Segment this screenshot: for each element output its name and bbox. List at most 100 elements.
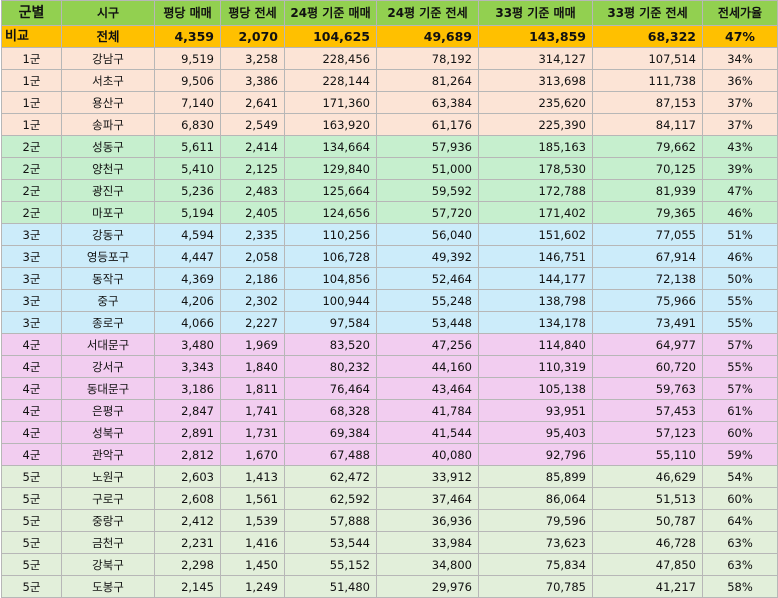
table-cell[interactable]: 1,840	[220, 355, 285, 378]
table-cell[interactable]: 마포구	[61, 201, 155, 224]
table-cell[interactable]: 60%	[702, 421, 778, 444]
table-cell[interactable]: 1,416	[220, 531, 285, 554]
table-cell[interactable]: 77,055	[592, 223, 703, 246]
header-cell[interactable]: 평당 전세	[220, 0, 285, 26]
table-cell[interactable]: 4군	[1, 421, 62, 444]
table-cell[interactable]: 5군	[1, 575, 62, 598]
table-cell[interactable]: 61%	[702, 399, 778, 422]
table-cell[interactable]: 2,891	[154, 421, 221, 444]
table-cell[interactable]: 151,602	[478, 223, 593, 246]
table-cell[interactable]: 5,236	[154, 179, 221, 202]
table-cell[interactable]: 87,153	[592, 91, 703, 114]
table-cell[interactable]: 75,966	[592, 289, 703, 312]
table-cell[interactable]: 79,662	[592, 135, 703, 158]
table-cell[interactable]: 43%	[702, 135, 778, 158]
table-cell[interactable]: 41,544	[376, 421, 479, 444]
table-cell[interactable]: 4군	[1, 377, 62, 400]
table-cell[interactable]: 314,127	[478, 47, 593, 70]
table-cell[interactable]: 34%	[702, 47, 778, 70]
table-cell[interactable]: 67,914	[592, 245, 703, 268]
table-cell[interactable]: 34,800	[376, 553, 479, 576]
table-cell[interactable]: 79,365	[592, 201, 703, 224]
table-cell[interactable]: 1,450	[220, 553, 285, 576]
table-cell[interactable]: 43,464	[376, 377, 479, 400]
table-cell[interactable]: 95,403	[478, 421, 593, 444]
table-cell[interactable]: 76,464	[284, 377, 377, 400]
table-cell[interactable]: 107,514	[592, 47, 703, 70]
header-cell[interactable]: 군별	[1, 0, 62, 26]
header-cell[interactable]: 24평 기준 매매	[284, 0, 377, 26]
table-cell[interactable]: 57,720	[376, 201, 479, 224]
table-cell[interactable]: 1군	[1, 69, 62, 92]
table-cell[interactable]: 37,464	[376, 487, 479, 510]
table-cell[interactable]: 163,920	[284, 113, 377, 136]
table-cell[interactable]: 125,664	[284, 179, 377, 202]
table-cell[interactable]: 53,544	[284, 531, 377, 554]
table-cell[interactable]: 41,217	[592, 575, 703, 598]
table-cell[interactable]: 55,110	[592, 443, 703, 466]
header-cell[interactable]: 평당 매매	[154, 0, 221, 26]
table-cell[interactable]: 도봉구	[61, 575, 155, 598]
table-cell[interactable]: 종로구	[61, 311, 155, 334]
table-cell[interactable]: 3,258	[220, 47, 285, 70]
header-cell[interactable]: 33평 기준 매매	[478, 0, 593, 26]
table-cell[interactable]: 172,788	[478, 179, 593, 202]
table-cell[interactable]: 3군	[1, 289, 62, 312]
table-cell[interactable]: 동대문구	[61, 377, 155, 400]
table-cell[interactable]: 4,369	[154, 267, 221, 290]
table-cell[interactable]: 53,448	[376, 311, 479, 334]
table-cell[interactable]: 노원구	[61, 465, 155, 488]
header-cell[interactable]: 전세가율	[702, 0, 778, 26]
table-cell[interactable]: 2,302	[220, 289, 285, 312]
table-cell[interactable]: 2,298	[154, 553, 221, 576]
table-cell[interactable]: 40,080	[376, 443, 479, 466]
table-cell[interactable]: 2,227	[220, 311, 285, 334]
table-cell[interactable]: 2,231	[154, 531, 221, 554]
table-cell[interactable]: 7,140	[154, 91, 221, 114]
table-cell[interactable]: 44,160	[376, 355, 479, 378]
table-cell[interactable]: 56,040	[376, 223, 479, 246]
table-cell[interactable]: 46%	[702, 245, 778, 268]
table-cell[interactable]: 서대문구	[61, 333, 155, 356]
table-cell[interactable]: 64,977	[592, 333, 703, 356]
table-cell[interactable]: 69,384	[284, 421, 377, 444]
table-cell[interactable]: 60,720	[592, 355, 703, 378]
table-cell[interactable]: 강서구	[61, 355, 155, 378]
table-cell[interactable]: 171,360	[284, 91, 377, 114]
table-cell[interactable]: 1,731	[220, 421, 285, 444]
table-cell[interactable]: 2군	[1, 157, 62, 180]
table-cell[interactable]: 1,249	[220, 575, 285, 598]
table-cell[interactable]: 4,206	[154, 289, 221, 312]
table-cell[interactable]: 3군	[1, 245, 62, 268]
table-cell[interactable]: 124,656	[284, 201, 377, 224]
total-cell[interactable]: 비교	[1, 25, 62, 48]
table-cell[interactable]: 3,186	[154, 377, 221, 400]
table-cell[interactable]: 64%	[702, 509, 778, 532]
table-cell[interactable]: 86,064	[478, 487, 593, 510]
table-cell[interactable]: 중구	[61, 289, 155, 312]
table-cell[interactable]: 1,969	[220, 333, 285, 356]
table-cell[interactable]: 3군	[1, 223, 62, 246]
table-cell[interactable]: 92,796	[478, 443, 593, 466]
table-cell[interactable]: 9,519	[154, 47, 221, 70]
total-cell[interactable]: 68,322	[592, 25, 703, 48]
table-cell[interactable]: 63%	[702, 531, 778, 554]
table-cell[interactable]: 57,453	[592, 399, 703, 422]
table-cell[interactable]: 70,125	[592, 157, 703, 180]
table-cell[interactable]: 63%	[702, 553, 778, 576]
table-cell[interactable]: 228,456	[284, 47, 377, 70]
table-cell[interactable]: 104,856	[284, 267, 377, 290]
table-cell[interactable]: 2,812	[154, 443, 221, 466]
table-cell[interactable]: 57,888	[284, 509, 377, 532]
table-cell[interactable]: 양천구	[61, 157, 155, 180]
table-cell[interactable]: 2,608	[154, 487, 221, 510]
table-cell[interactable]: 55,152	[284, 553, 377, 576]
table-cell[interactable]: 57%	[702, 377, 778, 400]
table-cell[interactable]: 1군	[1, 113, 62, 136]
table-cell[interactable]: 73,623	[478, 531, 593, 554]
total-cell[interactable]: 143,859	[478, 25, 593, 48]
table-cell[interactable]: 5,410	[154, 157, 221, 180]
table-cell[interactable]: 47%	[702, 179, 778, 202]
table-cell[interactable]: 4,594	[154, 223, 221, 246]
table-cell[interactable]: 85,899	[478, 465, 593, 488]
